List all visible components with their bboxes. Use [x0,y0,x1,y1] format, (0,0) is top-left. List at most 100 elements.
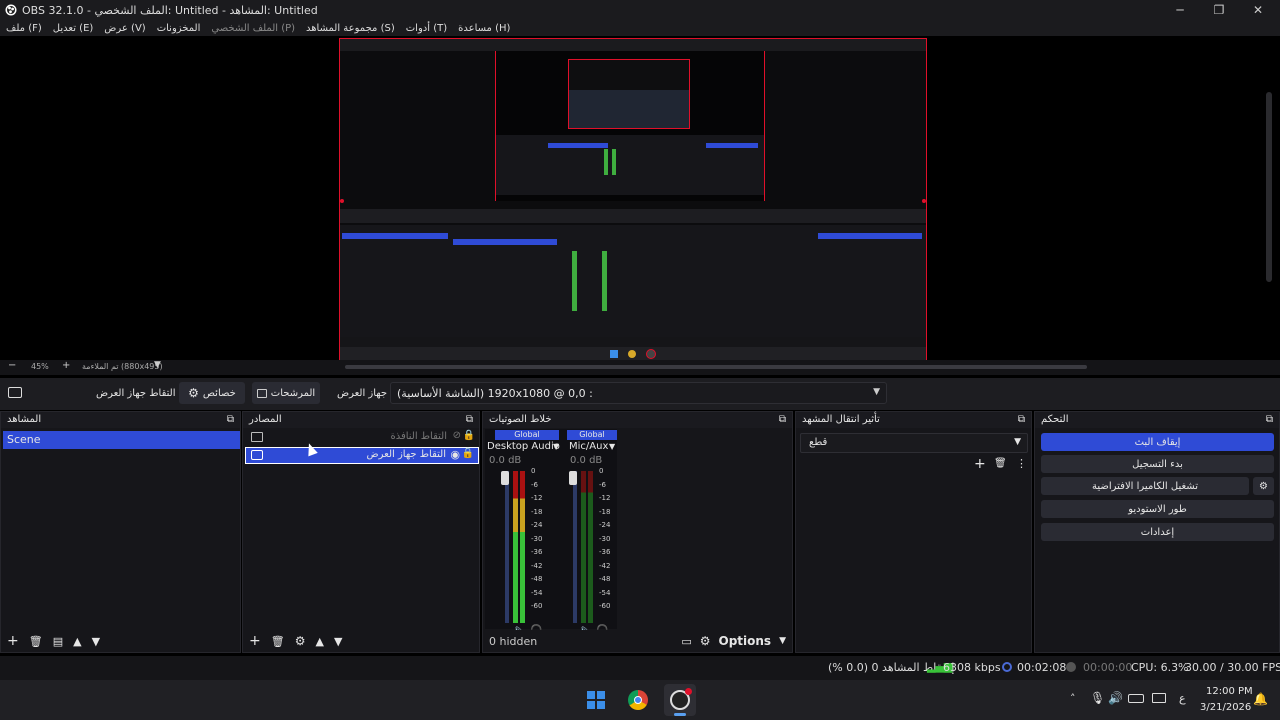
gear-icon[interactable]: ⚙ [700,634,711,648]
source-item-label: التقاط النافذة [390,431,447,442]
chevron-down-icon[interactable]: ▼ [609,442,615,451]
nested-bar-b [706,143,758,148]
scale-tick: -36 [531,548,543,556]
trash-icon[interactable]: 🗑 [29,635,43,648]
volume-slider-handle[interactable] [569,471,577,485]
chevron-down-icon[interactable]: ▼ [553,442,559,451]
eye-hidden-icon[interactable]: ⊘ [453,430,461,441]
options-button[interactable]: Options [719,634,772,648]
scene-item[interactable]: Scene [3,431,240,449]
handle-left[interactable] [340,199,344,203]
preview-horizontal-scrollbar[interactable] [345,365,1087,369]
volume-slider-handle[interactable] [501,471,509,485]
trash-icon[interactable]: 🗑 [271,635,285,648]
scale-tick: -30 [599,534,611,543]
add-icon[interactable]: + [249,633,261,649]
chevron-up-icon[interactable]: ˄ [1070,692,1076,705]
dock-undock-icon[interactable]: ⧉ [227,414,234,426]
microphone-icon[interactable]: 🎙 [1090,691,1105,705]
zoom-in-button[interactable]: + [62,360,70,371]
lock-icon[interactable]: 🔒 [462,448,474,459]
network-icon[interactable] [1152,693,1166,703]
scale-tick: -60 [599,602,611,610]
nested-bar [548,143,608,148]
trash-icon[interactable]: 🗑 [994,458,1007,469]
properties-label: خصائص [202,387,236,399]
scale-tick: -12 [531,494,543,502]
layout-icon[interactable]: ▭ [681,635,691,648]
virtual-camera-settings-button[interactable]: ⚙ [1253,477,1274,495]
add-icon[interactable]: + [7,633,19,649]
dock-undock-icon[interactable]: ⧉ [1018,414,1025,426]
add-icon[interactable]: + [974,456,986,472]
taskbar: ˄ 🎙 🔊 ع 12:00 PM 3/21/2026 🔔 [0,680,1280,720]
menu-profile[interactable]: الملف الشخصي (P) [211,23,295,34]
nested-preview [495,51,765,201]
volume-icon[interactable]: 🔊 [1108,691,1123,705]
menu-scene-collection[interactable]: مجموعة المشاهد (S) [306,23,395,34]
source-toolbar: التقاط جهاز العرض ⚙ خصائص المرشحات جهاز … [0,378,1280,410]
lock-icon[interactable]: 🔒 [463,430,475,441]
handle-right[interactable] [922,199,926,203]
volume-slider-track[interactable] [573,471,577,623]
move-up-icon[interactable]: ▲ [315,635,323,648]
eye-icon[interactable]: ◉ [450,448,460,461]
scale-tick: -54 [599,588,611,597]
preview-canvas[interactable] [339,38,927,361]
gear-icon[interactable]: ⚙ [295,634,306,648]
obs-taskbar-button[interactable] [664,684,696,716]
dock-undock-icon[interactable]: ⧉ [1266,414,1273,426]
clock-time[interactable]: 12:00 PM [1206,686,1253,697]
menu-tools[interactable]: أدوات (T) [406,23,447,34]
menu-bar: ملف (F) تعديل (E) عرض (V) المخزونات المل… [0,20,1280,36]
more-options-icon[interactable]: ⋮ [1016,457,1027,470]
chrome-icon[interactable] [628,690,648,710]
sources-panel: المصادر ⧉ التقاط النافذة ⊘ 🔒 التقاط جهاز… [242,411,480,653]
stream-icon [1002,662,1012,672]
monitor-icon [8,387,22,398]
source-item-selected[interactable]: التقاط جهاز العرض ◉ 🔒 [245,447,479,464]
maximize-button[interactable]: ❐ [1200,0,1238,20]
move-down-icon[interactable]: ▼ [92,635,100,648]
mixer-footer: 0 hidden ▭ ⚙ Options ▼ [483,630,792,652]
transition-select[interactable]: قطع ▼ [800,433,1028,453]
start-recording-button[interactable]: بدء التسجيل [1041,455,1274,473]
zoom-dropdown-icon[interactable]: ▼ [154,360,161,370]
zoom-out-button[interactable]: − [8,360,16,371]
source-item[interactable]: التقاط النافذة ⊘ 🔒 [245,429,479,446]
meter-scale: 0 -6 -12 -18 -24 -30 -36 -42 -48 -54 -60 [599,465,610,614]
menu-view[interactable]: عرض (V) [104,23,145,34]
studio-mode-button[interactable]: طور الاستوديو [1041,500,1274,518]
menu-help[interactable]: مساعدة (H) [458,23,510,34]
filter-icon[interactable]: ▤ [53,635,63,648]
minimize-button[interactable]: ─ [1161,0,1199,20]
dock-undock-icon[interactable]: ⧉ [466,414,473,426]
bitrate: 6308 kbps [943,661,1001,674]
menu-docks[interactable]: المخزونات [157,23,201,34]
channel-name: Mic/Aux [569,441,609,452]
menu-file[interactable]: ملف (F) [6,23,42,34]
clock-date[interactable]: 3/21/2026 [1200,702,1251,713]
preview-vertical-scrollbar[interactable] [1266,92,1272,282]
dock-undock-icon[interactable]: ⧉ [779,414,786,426]
sources-footer: + 🗑 ⚙ ▲ ▼ [243,630,479,652]
volume-slider-track[interactable] [505,471,509,623]
scale-tick: -24 [531,521,543,529]
chevron-down-icon[interactable]: ▼ [779,636,786,646]
filters-button[interactable]: المرشحات [252,382,320,404]
close-button[interactable]: ✕ [1239,0,1277,20]
chevron-down-icon: ▼ [1014,437,1021,447]
battery-icon[interactable] [1128,694,1144,703]
transition-select-value: قطع [809,437,828,448]
move-down-icon[interactable]: ▼ [334,635,342,648]
menu-edit[interactable]: تعديل (E) [53,23,94,34]
display-select[interactable]: (الشاشة الأساسية) 1920x1080 @ 0,0 : ▼ [390,382,887,404]
language-indicator[interactable]: ع [1179,692,1186,705]
stop-streaming-button[interactable]: إيقاف البث [1041,433,1274,451]
notification-bell-icon[interactable]: 🔔 [1253,692,1268,706]
windows-start-icon[interactable] [587,691,605,709]
start-virtual-camera-button[interactable]: تشغيل الكاميرا الافتراضية [1041,477,1249,495]
move-up-icon[interactable]: ▲ [73,635,81,648]
properties-button[interactable]: ⚙ خصائص [179,382,245,404]
settings-button[interactable]: إعدادات [1041,523,1274,541]
